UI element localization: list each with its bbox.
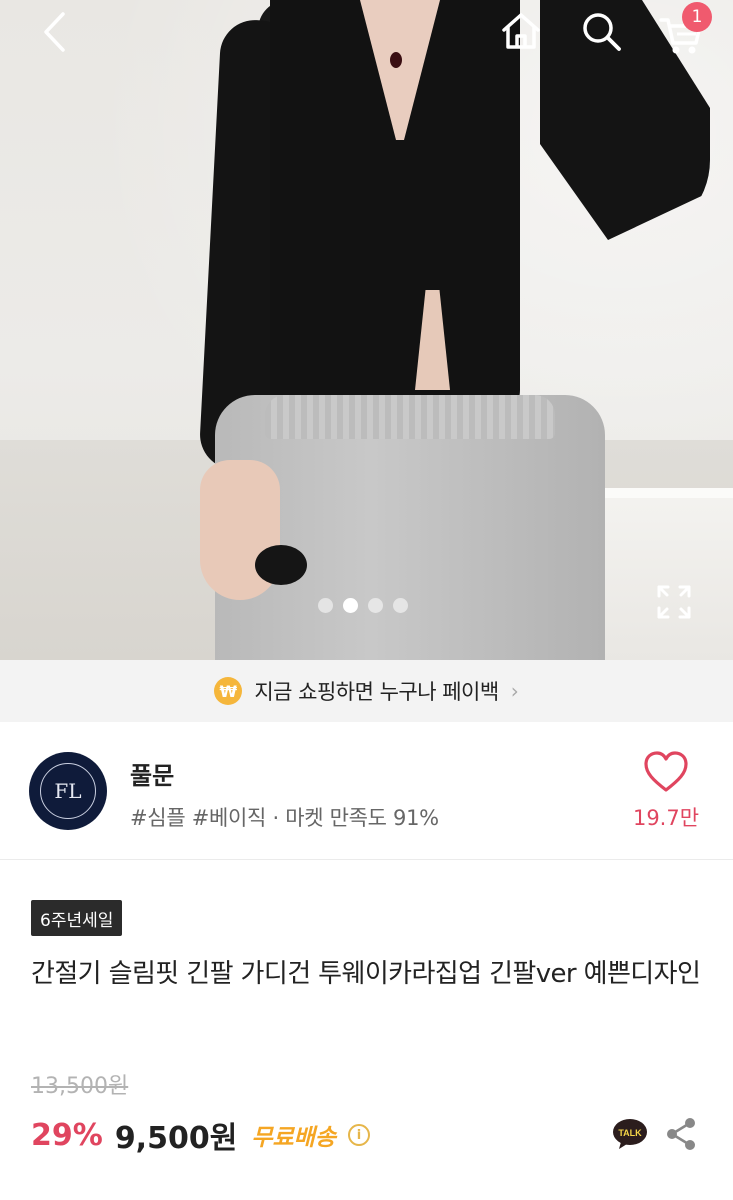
product-image[interactable] xyxy=(0,0,733,660)
home-button[interactable] xyxy=(498,8,544,54)
chevron-left-icon xyxy=(44,12,65,52)
home-icon xyxy=(502,13,540,49)
shop-info[interactable]: FL 풀문 #심플 #베이직 · 마켓 만족도 91% 19.7만 xyxy=(0,722,733,860)
search-icon xyxy=(583,13,621,51)
payback-banner[interactable]: ₩ 지금 쇼핑하면 누구나 페이백 › xyxy=(0,660,733,722)
shop-tags: #심플 #베이직 · 마켓 만족도 91% xyxy=(130,806,439,830)
talk-icon: TALK xyxy=(613,1119,647,1149)
carousel-dot[interactable] xyxy=(368,598,383,613)
kakao-talk-button[interactable]: TALK xyxy=(612,1118,648,1150)
share-button[interactable] xyxy=(664,1116,698,1152)
original-price: 13,500원 xyxy=(31,1074,129,1099)
like-count: 19.7만 xyxy=(632,806,700,830)
banner-text: 지금 쇼핑하면 누구나 페이백 xyxy=(254,680,499,704)
carousel-dot[interactable] xyxy=(343,598,358,613)
like-button[interactable] xyxy=(643,750,689,794)
discount-rate: 29% xyxy=(31,1117,103,1153)
won-coin-icon: ₩ xyxy=(214,677,243,705)
carousel-dot[interactable] xyxy=(318,598,333,613)
carousel-indicator xyxy=(318,598,408,613)
sale-badge: 6주년세일 xyxy=(31,900,123,936)
expand-icon xyxy=(657,585,691,619)
shop-name[interactable]: 풀문 xyxy=(130,756,174,791)
back-button[interactable] xyxy=(34,10,74,54)
chevron-right-icon: › xyxy=(510,679,519,703)
heart-icon xyxy=(644,751,688,792)
search-button[interactable] xyxy=(578,8,624,54)
product-title: 간절기 슬림핏 긴팔 가디건 투웨이카라집업 긴팔ver 예쁜디자인 xyxy=(31,959,701,989)
talk-label: TALK xyxy=(618,1128,642,1138)
expand-image-button[interactable] xyxy=(656,584,692,620)
price-row: 29% 9,500원 무료배송 i xyxy=(31,1112,370,1158)
info-icon[interactable]: i xyxy=(347,1124,370,1146)
carousel-dot[interactable] xyxy=(393,598,408,613)
free-shipping-label: 무료배송 xyxy=(251,1125,336,1151)
cart-count-badge: 1 xyxy=(682,2,712,32)
sale-price: 9,500원 xyxy=(114,1121,238,1156)
share-icon xyxy=(667,1118,695,1150)
shop-logo[interactable]: FL xyxy=(29,752,107,830)
shop-logo-mark: FL xyxy=(40,763,96,819)
